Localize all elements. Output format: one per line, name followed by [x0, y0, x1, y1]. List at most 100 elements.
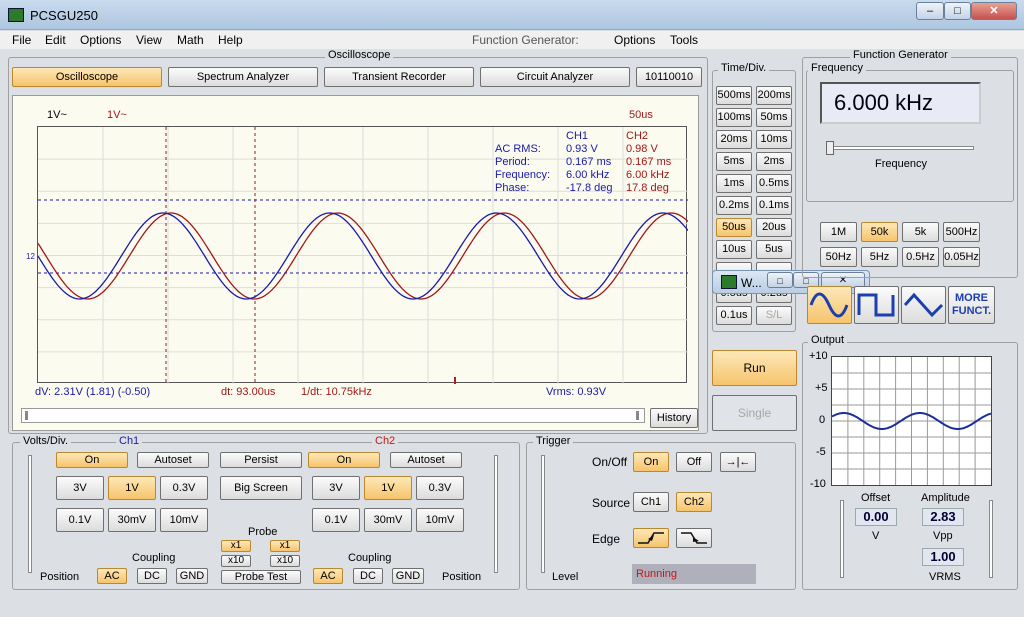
trigger-level-slider[interactable] — [541, 455, 545, 573]
amplitude-slider[interactable] — [989, 500, 993, 578]
menu-view[interactable]: View — [136, 33, 162, 47]
more-functions-button[interactable]: MORE FUNCT. — [948, 286, 995, 324]
ch1-position-slider[interactable] — [28, 455, 32, 573]
tab-circuit-analyzer[interactable]: Circuit Analyzer — [480, 67, 630, 87]
timediv-button[interactable]: 10us — [716, 240, 752, 259]
rising-edge-button[interactable] — [633, 528, 669, 548]
offset-slider[interactable] — [840, 500, 844, 578]
falling-edge-button[interactable] — [676, 528, 712, 548]
fg-range-button[interactable]: 5k — [902, 222, 939, 242]
ch1-label: Ch1 — [116, 435, 143, 447]
timediv-button[interactable]: 5us — [756, 240, 792, 259]
frequency-slider-thumb[interactable] — [826, 141, 834, 155]
ch1-on-button[interactable]: On — [56, 452, 128, 468]
ch2-on-button[interactable]: On — [308, 452, 380, 468]
ch2-dc-button[interactable]: DC — [353, 568, 383, 584]
timediv-button[interactable]: 500ms — [716, 86, 752, 105]
ch2-probe-x10-button[interactable]: x10 — [270, 555, 300, 567]
ch2-3v-button[interactable]: 3V — [312, 476, 360, 500]
minimize-button[interactable]: ‒ — [916, 2, 944, 20]
tab-oscilloscope[interactable]: Oscilloscope — [12, 67, 162, 87]
horizontal-scroll[interactable] — [21, 408, 645, 423]
persist-button[interactable]: Persist — [220, 452, 302, 468]
ch1-gnd-button[interactable]: GND — [176, 568, 208, 584]
ch1-0.3v-button[interactable]: 0.3V — [160, 476, 208, 500]
triangle-wave-button[interactable] — [901, 286, 946, 324]
vrms-value[interactable]: 1.00 — [922, 548, 964, 566]
fg-range-button[interactable]: 500Hz — [943, 222, 980, 242]
trigger-source-ch1-button[interactable]: Ch1 — [633, 492, 669, 512]
timediv-button[interactable]: S/L — [756, 306, 792, 325]
menu-file[interactable]: File — [12, 33, 31, 47]
offset-value[interactable]: 0.00 — [855, 508, 897, 526]
timediv-button[interactable]: 200ms — [756, 86, 792, 105]
mini-restore-button[interactable]: □ — [767, 272, 793, 288]
timediv-button[interactable]: 0.1ms — [756, 196, 792, 215]
menu-options[interactable]: Options — [80, 33, 121, 47]
fg-range-button[interactable]: 50Hz — [820, 247, 857, 267]
trigger-center-button[interactable]: →|← — [720, 452, 756, 472]
menu-help[interactable]: Help — [218, 33, 243, 47]
ch1-ac-button[interactable]: AC — [97, 568, 127, 584]
trigger-source-ch2-button[interactable]: Ch2 — [676, 492, 712, 512]
menu-math[interactable]: Math — [177, 33, 204, 47]
timediv-button[interactable]: 1ms — [716, 174, 752, 193]
ch2-ac-button[interactable]: AC — [313, 568, 343, 584]
fg-range-button[interactable]: 1M — [820, 222, 857, 242]
history-button[interactable]: History — [650, 408, 698, 428]
big-screen-button[interactable]: Big Screen — [220, 476, 302, 500]
timediv-button[interactable]: 0.1us — [716, 306, 752, 325]
tab-transient-recorder[interactable]: Transient Recorder — [324, 67, 474, 87]
ch2-30mv-button[interactable]: 30mV — [364, 508, 412, 532]
ch1-3v-button[interactable]: 3V — [56, 476, 104, 500]
ch1-probe-x1-button[interactable]: x1 — [221, 540, 251, 552]
ch1-30mv-button[interactable]: 30mV — [108, 508, 156, 532]
sine-wave-button[interactable] — [807, 286, 852, 324]
ch2-autoset-button[interactable]: Autoset — [390, 452, 462, 468]
ch2-10mv-button[interactable]: 10mV — [416, 508, 464, 532]
trigger-off-button[interactable]: Off — [676, 452, 712, 472]
tab-spectrum-analyzer[interactable]: Spectrum Analyzer — [168, 67, 318, 87]
square-wave-button[interactable] — [854, 286, 899, 324]
fg-range-button[interactable]: 0.05Hz — [943, 247, 980, 267]
timediv-button[interactable]: 5ms — [716, 152, 752, 171]
close-button[interactable]: ✕ — [971, 2, 1017, 20]
maximize-button[interactable]: □ — [944, 2, 971, 20]
frequency-slider[interactable] — [826, 146, 974, 150]
ch1-dc-button[interactable]: DC — [137, 568, 167, 584]
menu-fg-tools[interactable]: Tools — [670, 33, 698, 47]
timediv-button[interactable]: 20us — [756, 218, 792, 237]
timediv-button[interactable]: 20ms — [716, 130, 752, 149]
scope-display: 1V~ 1V~ 50us 12 CH1 CH2 AC RMS: 0.93 V 0… — [12, 95, 699, 431]
timediv-button[interactable]: 10ms — [756, 130, 792, 149]
ch2-probe-x1-button[interactable]: x1 — [270, 540, 300, 552]
single-button[interactable]: Single — [712, 395, 797, 431]
fg-range-button[interactable]: 50k — [861, 222, 898, 242]
amplitude-value[interactable]: 2.83 — [922, 508, 964, 526]
ch2-0.3v-button[interactable]: 0.3V — [416, 476, 464, 500]
probe-test-button[interactable]: Probe Test — [221, 570, 301, 584]
ch1-probe-x10-button[interactable]: x10 — [221, 555, 251, 567]
timediv-button[interactable]: 0.5ms — [756, 174, 792, 193]
ch1-0.1v-button[interactable]: 0.1V — [56, 508, 104, 532]
timediv-button[interactable]: 50us — [716, 218, 752, 237]
ch1-autoset-button[interactable]: Autoset — [137, 452, 209, 468]
waveform-graph[interactable]: CH1 CH2 AC RMS: 0.93 V 0.98 V Period: 0.… — [37, 126, 689, 384]
tab-logic[interactable]: 10110010 — [636, 67, 702, 87]
run-button[interactable]: Run — [712, 350, 797, 386]
ch1-1v-button[interactable]: 1V — [108, 476, 156, 500]
timediv-button[interactable]: 50ms — [756, 108, 792, 127]
ch2-position-slider[interactable] — [494, 455, 498, 573]
ch2-1v-button[interactable]: 1V — [364, 476, 412, 500]
ch1-10mv-button[interactable]: 10mV — [160, 508, 208, 532]
fg-range-button[interactable]: 0.5Hz — [902, 247, 939, 267]
ch2-0.1v-button[interactable]: 0.1V — [312, 508, 360, 532]
menu-fg-options[interactable]: Options — [614, 33, 655, 47]
fg-range-button[interactable]: 5Hz — [861, 247, 898, 267]
ch2-gnd-button[interactable]: GND — [392, 568, 424, 584]
trigger-on-button[interactable]: On — [633, 452, 669, 472]
menu-edit[interactable]: Edit — [45, 33, 66, 47]
timediv-button[interactable]: 0.2ms — [716, 196, 752, 215]
timediv-button[interactable]: 100ms — [716, 108, 752, 127]
timediv-button[interactable]: 2ms — [756, 152, 792, 171]
